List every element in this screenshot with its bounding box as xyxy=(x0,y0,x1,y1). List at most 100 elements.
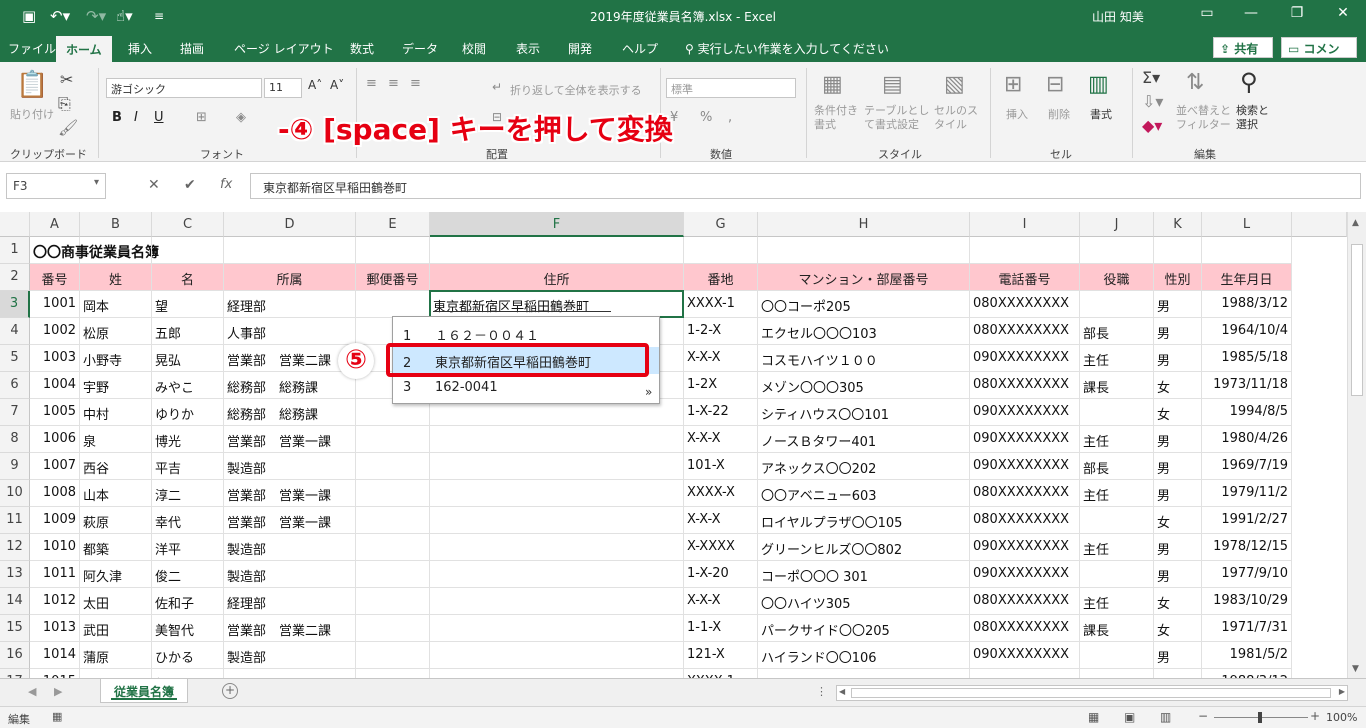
cell-gender[interactable]: 男 xyxy=(1154,480,1202,507)
cell-block[interactable]: 101-X xyxy=(684,453,758,480)
restore-icon[interactable]: ❐ xyxy=(1274,5,1320,21)
cell-birthdate[interactable]: 1978/12/15 xyxy=(1202,534,1292,561)
cell-last-name[interactable]: 阿久津 xyxy=(80,561,152,588)
cell-birthdate[interactable]: 1981/5/2 xyxy=(1202,642,1292,669)
cell-building[interactable]: アネックス〇〇202 xyxy=(758,453,970,480)
tab-review[interactable]: 校閲 xyxy=(462,40,486,57)
paste-icon[interactable]: 📋 xyxy=(16,70,48,100)
cell-style-icon[interactable]: ▧ xyxy=(944,72,965,97)
cell-block[interactable]: 121-X xyxy=(684,642,758,669)
cell-position[interactable] xyxy=(1080,507,1154,534)
cell-postal-code[interactable] xyxy=(356,561,430,588)
cell-block[interactable]: XXXX-1 xyxy=(684,291,758,318)
scroll-down-icon[interactable]: ▼ xyxy=(1352,664,1359,674)
autosum-icon[interactable]: Σ▾ xyxy=(1142,68,1160,87)
cell-position[interactable] xyxy=(1080,669,1154,678)
vertical-scrollbar[interactable]: ▲ ▼ xyxy=(1347,212,1366,678)
cell-first-name[interactable]: 晃弘 xyxy=(152,345,224,372)
cell-first-name[interactable]: 平吉 xyxy=(152,453,224,480)
cell-birthdate[interactable]: 1964/10/4 xyxy=(1202,318,1292,345)
column-header-c[interactable]: C xyxy=(152,212,224,237)
cell-last-name[interactable]: 武田 xyxy=(80,615,152,642)
cell-number[interactable]: 1011 xyxy=(30,561,80,588)
cut-icon[interactable]: ✂ xyxy=(60,70,73,89)
enter-icon[interactable]: ✔ xyxy=(184,177,196,193)
cell-department[interactable]: 人事部 xyxy=(224,318,356,345)
cell-number[interactable]: 1012 xyxy=(30,588,80,615)
row-header-4[interactable]: 4 xyxy=(0,318,30,345)
cell-building[interactable]: パークサイド〇〇205 xyxy=(758,615,970,642)
header-cell-birthdate[interactable]: 生年月日 xyxy=(1202,264,1292,291)
cell-gender[interactable]: 男 xyxy=(1154,318,1202,345)
cell-phone[interactable]: 090XXXXXXXX xyxy=(970,453,1080,480)
tab-view[interactable]: 表示 xyxy=(516,40,540,57)
cell-building[interactable]: 〇〇コーポ205 xyxy=(758,669,970,678)
minimize-icon[interactable]: — xyxy=(1228,5,1274,21)
page-break-view-icon[interactable]: ▥ xyxy=(1160,710,1171,724)
cell-gender[interactable]: 男 xyxy=(1154,426,1202,453)
cell-gender[interactable]: 男 xyxy=(1154,453,1202,480)
spreadsheet-grid[interactable]: ABCDEFGHIJKL1234567891011121314151617〇〇商… xyxy=(0,212,1366,678)
fill-icon[interactable]: ⇩▾ xyxy=(1142,92,1163,111)
cell-first-name[interactable]: 佐和子 xyxy=(152,588,224,615)
cell-block[interactable]: X-X-X xyxy=(684,588,758,615)
cell-first-name[interactable]: 望 xyxy=(152,291,224,318)
cell-postal-code[interactable] xyxy=(356,642,430,669)
border-icon[interactable]: ⊞ xyxy=(196,110,207,125)
cell-number[interactable]: 1013 xyxy=(30,615,80,642)
cell-building[interactable]: ハイランド〇〇106 xyxy=(758,642,970,669)
cell-gender[interactable]: 男 xyxy=(1154,561,1202,588)
cell-position[interactable]: 主任 xyxy=(1080,534,1154,561)
tab-formulas[interactable]: 数式 xyxy=(350,40,374,57)
cell-last-name[interactable]: 宇野 xyxy=(80,372,152,399)
cell[interactable] xyxy=(1080,237,1154,264)
table-format-icon[interactable]: ▤ xyxy=(882,72,903,97)
italic-icon[interactable]: I xyxy=(134,110,138,125)
cell-last-name[interactable]: 小川 xyxy=(80,669,152,678)
cell-building[interactable]: コーポ〇〇〇 301 xyxy=(758,561,970,588)
cell-block[interactable]: 1-X-22 xyxy=(684,399,758,426)
cell-number[interactable]: 1008 xyxy=(30,480,80,507)
cell-department[interactable]: 製造部 xyxy=(224,534,356,561)
cell-postal-code[interactable] xyxy=(356,480,430,507)
cell-first-name[interactable]: みやこ xyxy=(152,372,224,399)
cell-last-name[interactable]: 太田 xyxy=(80,588,152,615)
cell-department[interactable]: 経理部 xyxy=(224,291,356,318)
align-top-icon[interactable]: ≡ xyxy=(366,76,377,91)
cell-department[interactable]: 営業部 営業二課 xyxy=(224,345,356,372)
cell-block[interactable]: X-XXXX xyxy=(684,534,758,561)
row-header-10[interactable]: 10 xyxy=(0,480,30,507)
delete-cells-icon[interactable]: ⊟ xyxy=(1046,72,1064,97)
zoom-in-icon[interactable]: + xyxy=(1310,709,1320,723)
cell-building[interactable]: メゾン〇〇〇305 xyxy=(758,372,970,399)
tab-page-layout[interactable]: ページ レイアウト xyxy=(234,40,334,57)
row-header-15[interactable]: 15 xyxy=(0,615,30,642)
cell-birthdate[interactable]: 1983/10/29 xyxy=(1202,588,1292,615)
percent-icon[interactable]: % xyxy=(700,110,712,125)
cell-last-name[interactable]: 萩原 xyxy=(80,507,152,534)
row-header-8[interactable]: 8 xyxy=(0,426,30,453)
cell-gender[interactable]: 女 xyxy=(1154,399,1202,426)
header-cell-postal-code[interactable]: 郵便番号 xyxy=(356,264,430,291)
tab-file[interactable]: ファイル xyxy=(8,40,56,57)
cell-position[interactable]: 課長 xyxy=(1080,372,1154,399)
cell-building[interactable]: ノースＢタワー401 xyxy=(758,426,970,453)
tell-me-search[interactable]: ⚲ 実行したい作業を入力してください xyxy=(685,40,889,57)
vertical-scroll-thumb[interactable] xyxy=(1351,244,1363,396)
header-cell-number[interactable]: 番号 xyxy=(30,264,80,291)
cell-number[interactable]: 1006 xyxy=(30,426,80,453)
cell[interactable] xyxy=(80,237,152,264)
user-name[interactable]: 山田 知美 xyxy=(1092,8,1144,25)
zoom-slider-thumb[interactable] xyxy=(1258,712,1262,723)
header-cell-building[interactable]: マンション・部屋番号 xyxy=(758,264,970,291)
row-header-5[interactable]: 5 xyxy=(0,345,30,372)
cell[interactable] xyxy=(224,237,356,264)
cell-birthdate[interactable]: 1969/7/19 xyxy=(1202,453,1292,480)
header-cell-block[interactable]: 番地 xyxy=(684,264,758,291)
cell-phone[interactable]: 090XXXXXXXX xyxy=(970,426,1080,453)
row-header-9[interactable]: 9 xyxy=(0,453,30,480)
cell-building[interactable]: 〇〇アベニュー603 xyxy=(758,480,970,507)
cell-building[interactable]: 〇〇コーポ205 xyxy=(758,291,970,318)
cell-number[interactable]: 1001 xyxy=(30,291,80,318)
column-header-h[interactable]: H xyxy=(758,212,970,237)
